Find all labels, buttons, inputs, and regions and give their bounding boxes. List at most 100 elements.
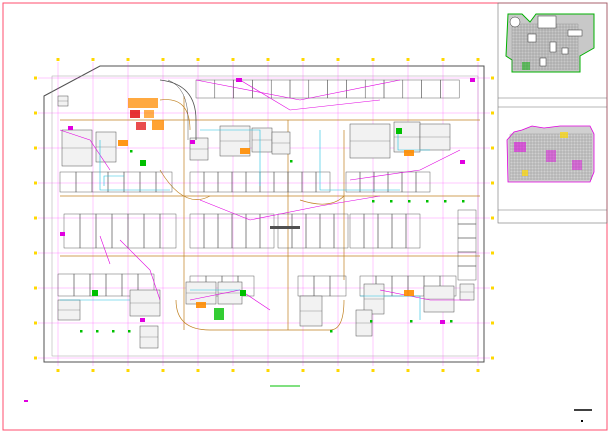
grid-marker xyxy=(441,58,445,61)
parking-stall xyxy=(59,171,77,193)
parking-stall xyxy=(363,213,379,249)
parking-stall xyxy=(377,213,393,249)
grid-marker xyxy=(371,369,375,372)
parking-stall xyxy=(245,171,261,193)
grid-marker xyxy=(34,321,37,325)
grid-marker xyxy=(161,58,165,61)
grid-marker xyxy=(476,369,480,372)
parking-stall xyxy=(301,171,317,193)
parking-stall xyxy=(387,171,403,193)
parking-stall xyxy=(457,223,477,239)
grid-marker xyxy=(491,111,494,115)
parking-stall xyxy=(57,273,75,297)
grid-marker xyxy=(196,369,200,372)
grid-marker xyxy=(34,181,37,185)
grid-marker xyxy=(34,111,37,115)
parking-stall xyxy=(203,171,219,193)
parking-stall xyxy=(277,213,293,249)
grid-marker xyxy=(336,369,340,372)
grid-marker xyxy=(126,369,130,372)
parking-stall xyxy=(345,171,361,193)
equipment-marker xyxy=(290,160,293,163)
floor-key-plan xyxy=(506,125,595,183)
grid-marker xyxy=(406,58,410,61)
parking-stall xyxy=(259,213,275,249)
grid-marker xyxy=(491,76,494,80)
parking-stall xyxy=(203,213,219,249)
parking-stall xyxy=(195,79,216,99)
grid-marker xyxy=(56,58,60,61)
parking-stall xyxy=(127,213,145,249)
grid-marker xyxy=(441,369,445,372)
grid-marker xyxy=(34,286,37,290)
parking-stall xyxy=(319,213,335,249)
parking-stall xyxy=(155,171,173,193)
equipment-marker xyxy=(130,150,133,153)
grid-marker xyxy=(231,58,235,61)
parking-stall xyxy=(457,265,477,281)
parking-stall xyxy=(364,79,385,99)
parking-stall xyxy=(217,213,233,249)
parking-stall xyxy=(327,79,347,99)
equipment-marker xyxy=(330,330,333,333)
grid-marker xyxy=(301,369,305,372)
parking-stall xyxy=(217,171,233,193)
parking-stall xyxy=(391,213,407,249)
grid-marker xyxy=(34,356,37,360)
grid-marker xyxy=(126,58,130,61)
equipment-marker xyxy=(450,320,453,323)
parking-stalls xyxy=(57,79,477,297)
parking-stall xyxy=(457,237,477,253)
grid-marker xyxy=(34,76,37,80)
parking-stall xyxy=(189,213,205,249)
grid-marker xyxy=(34,146,37,150)
equipment-marker xyxy=(390,200,393,203)
grid-marker xyxy=(34,216,37,220)
parking-stall xyxy=(359,171,375,193)
site-key-plan xyxy=(505,13,595,73)
equipment-marker xyxy=(370,320,373,323)
equipment-marker xyxy=(80,330,83,333)
grid-marker xyxy=(336,58,340,61)
grid-axes xyxy=(34,58,494,372)
grid-marker xyxy=(491,251,494,255)
parking-stall xyxy=(111,213,129,249)
grid-marker xyxy=(266,369,270,372)
parking-stall xyxy=(415,171,431,193)
parking-stall xyxy=(214,79,234,99)
parking-stall xyxy=(421,79,441,99)
grid-marker xyxy=(491,286,494,290)
parking-stall xyxy=(63,213,81,249)
scale-bar-icon xyxy=(574,409,592,422)
parking-stall xyxy=(349,213,365,249)
parking-stall xyxy=(457,209,477,225)
parking-stall xyxy=(189,171,205,193)
parking-stall xyxy=(273,171,289,193)
equipment-marker xyxy=(410,320,413,323)
grid-marker xyxy=(34,251,37,255)
grid-marker xyxy=(491,321,494,325)
parking-stall xyxy=(313,275,331,297)
equipment-marker xyxy=(112,330,115,333)
grid-marker xyxy=(406,369,410,372)
equipment-marker xyxy=(408,200,411,203)
parking-stall xyxy=(315,171,331,193)
keyplan-panel xyxy=(497,2,608,224)
parking-stall xyxy=(139,171,157,193)
equipment-marker xyxy=(426,200,429,203)
grid-marker xyxy=(266,58,270,61)
ramp-wall xyxy=(159,79,197,140)
equipment-marker xyxy=(462,200,465,203)
grid-marker xyxy=(91,58,95,61)
parking-stall xyxy=(291,213,307,249)
parking-stall xyxy=(287,171,303,193)
grid-marker xyxy=(491,356,494,360)
parking-stall xyxy=(402,79,422,99)
grid-marker xyxy=(476,58,480,61)
parking-stall xyxy=(123,171,141,193)
magenta-routes xyxy=(59,79,470,311)
parking-stall xyxy=(259,171,275,193)
equipment-marker xyxy=(444,200,447,203)
cad-drawing-sheet xyxy=(2,2,608,431)
grid-marker xyxy=(491,146,494,150)
